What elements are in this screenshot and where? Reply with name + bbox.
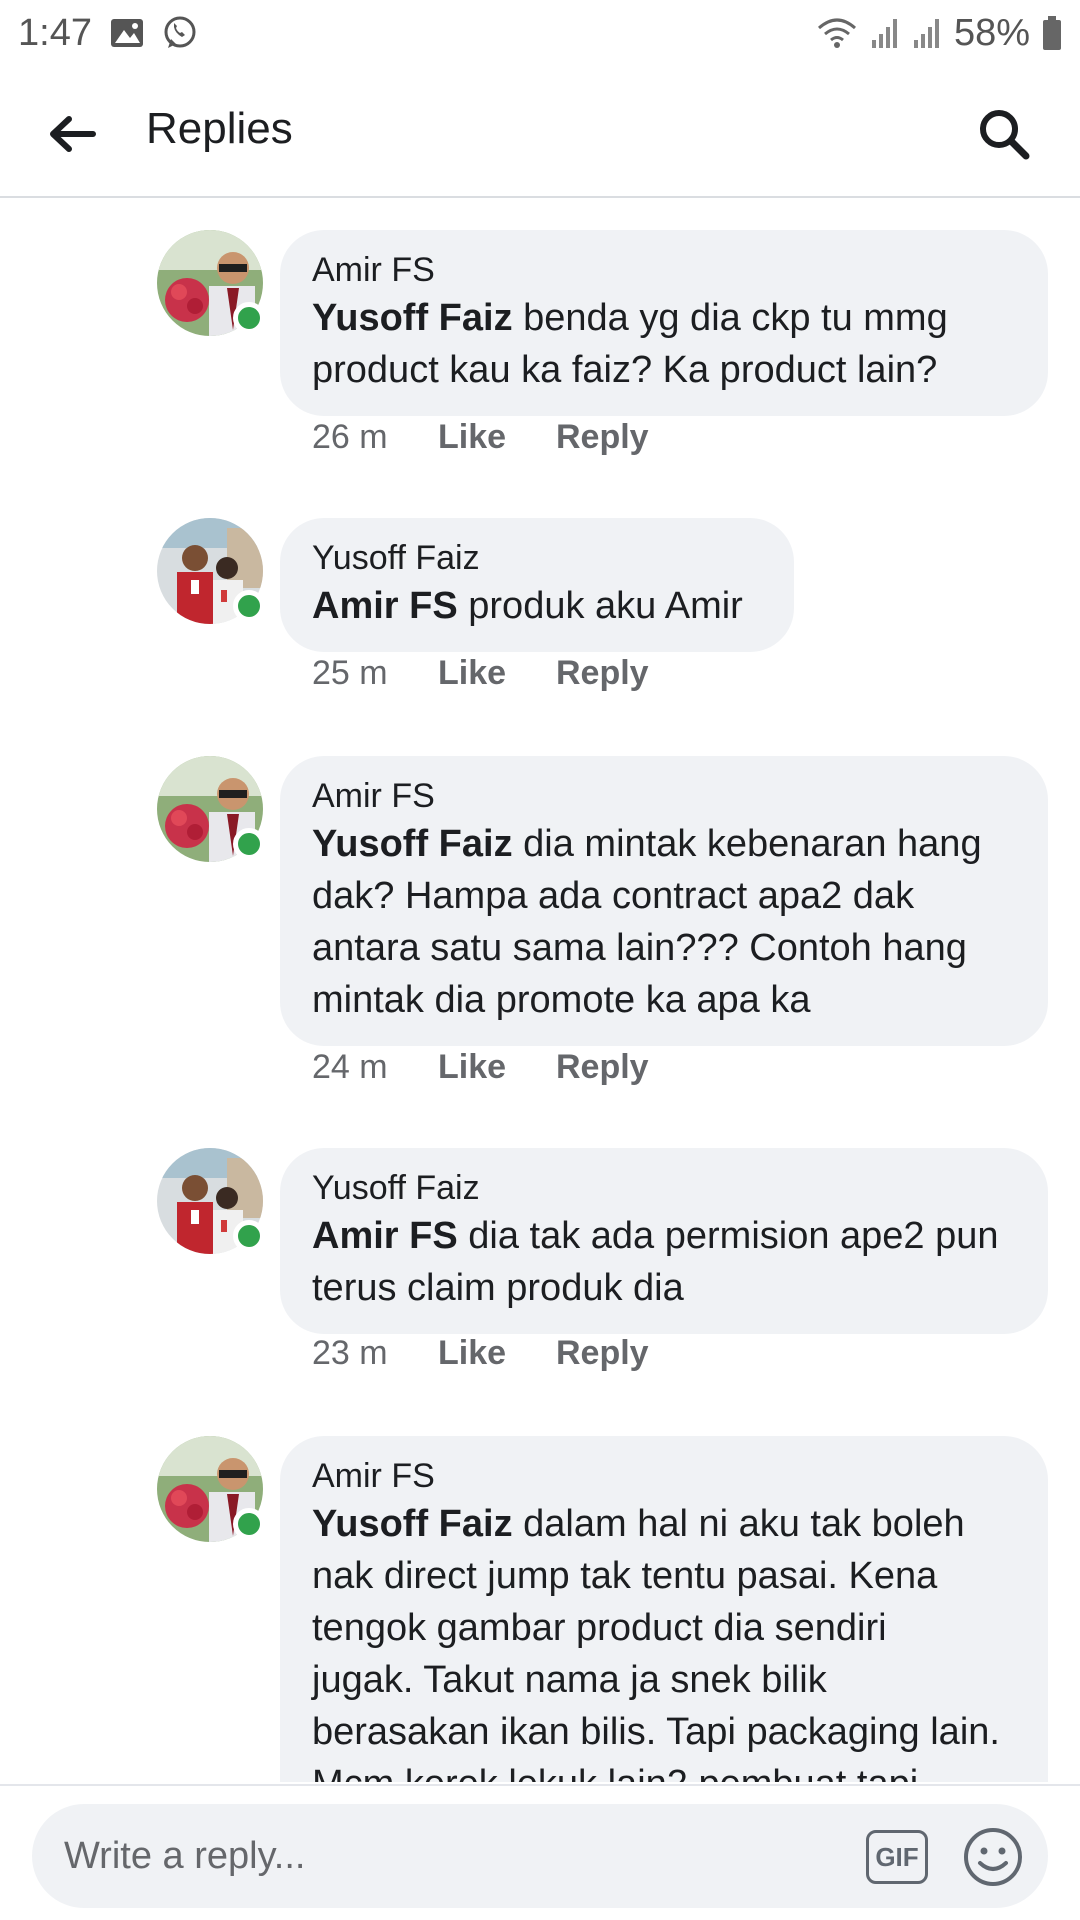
like-button[interactable]: Like — [438, 418, 556, 457]
comment-author[interactable]: Amir FS — [312, 248, 1016, 292]
online-status-icon — [233, 302, 265, 334]
status-bar: 1:47 58% — [0, 0, 1080, 66]
comment-text: berasakan ikan bilis. Tapi packaging lai… — [312, 1711, 1000, 1753]
comment-text: product kau ka faiz? Ka product lain? — [312, 349, 938, 391]
comment-author[interactable]: Yusoff Faiz — [312, 536, 762, 580]
search-icon — [980, 110, 1030, 160]
reply-button[interactable]: Reply — [556, 654, 649, 693]
replies-feed[interactable]: Amir FS Yusoff Faiz benda yg dia ckp tu … — [0, 200, 1080, 1782]
comment-text: Amir FS dia tak ada permision ape2 pun — [312, 1215, 999, 1257]
app-header: Replies — [0, 66, 1080, 198]
comment-text: nak direct jump tak tentu pasai. Kena — [312, 1555, 938, 1597]
comment-bubble[interactable]: Amir FS Yusoff Faiz benda yg dia ckp tu … — [280, 230, 1048, 416]
reply-composer: GIF — [32, 1804, 1048, 1908]
comment-time: 24 m — [312, 1048, 388, 1086]
comment-text: terus claim produk dia — [312, 1267, 684, 1309]
whatsapp-icon — [162, 15, 198, 51]
battery-icon — [1042, 15, 1062, 51]
battery-percent: 58% — [953, 11, 1030, 54]
mention-link[interactable]: Yusoff Faiz — [312, 823, 513, 865]
reply-button[interactable]: Reply — [556, 1048, 649, 1087]
back-button[interactable] — [44, 106, 100, 162]
like-button[interactable]: Like — [438, 1048, 556, 1087]
comment-time: 23 m — [312, 1334, 388, 1372]
comment-bubble[interactable]: Yusoff Faiz Amir FS dia tak ada permisio… — [280, 1148, 1048, 1334]
comment-author[interactable]: Amir FS — [312, 1454, 1016, 1498]
comment-text: tengok gambar product dia sendiri — [312, 1607, 887, 1649]
page-title: Replies — [146, 104, 293, 153]
like-button[interactable]: Like — [438, 1334, 556, 1373]
mention-link[interactable]: Amir FS — [312, 1215, 458, 1257]
back-arrow-icon — [50, 116, 96, 152]
online-status-icon — [233, 1220, 265, 1252]
mention-link[interactable]: Yusoff Faiz — [312, 1503, 513, 1545]
reply-input[interactable] — [64, 1804, 864, 1908]
comment-meta: 24 m Like Reply — [312, 1048, 649, 1087]
mention-link[interactable]: Yusoff Faiz — [312, 297, 513, 339]
comment-meta: 23 m Like Reply — [312, 1334, 649, 1373]
signal-icon — [912, 16, 942, 50]
reply-button[interactable]: Reply — [556, 1334, 649, 1373]
comment-bubble[interactable]: Yusoff Faiz Amir FS produk aku Amir — [280, 518, 794, 652]
comment-text: Yusoff Faiz benda yg dia ckp tu mmg — [312, 297, 948, 339]
comment-meta: 25 m Like Reply — [312, 654, 649, 693]
like-button[interactable]: Like — [438, 654, 556, 693]
signal-icon — [870, 16, 900, 50]
online-status-icon — [233, 590, 265, 622]
comment-text: Mcm kerek lekuk lain2 pembuat tapi — [312, 1758, 1016, 1782]
comment-time: 25 m — [312, 654, 388, 692]
comment-text: jugak. Takut nama ja snek bilik — [312, 1659, 827, 1701]
gif-button[interactable]: GIF — [866, 1830, 928, 1884]
comment-text: mintak dia promote ka apa ka — [312, 979, 811, 1021]
reply-button[interactable]: Reply — [556, 418, 649, 457]
emoji-button[interactable] — [962, 1826, 1024, 1888]
comment-bubble[interactable]: Amir FS Yusoff Faiz dia mintak kebenaran… — [280, 756, 1048, 1046]
comment-time: 26 m — [312, 418, 388, 456]
status-time: 1:47 — [18, 11, 92, 54]
comment-text: Yusoff Faiz dalam hal ni aku tak boleh — [312, 1503, 965, 1545]
comment-text: Yusoff Faiz dia mintak kebenaran hang — [312, 823, 982, 865]
comment-text: Amir FS produk aku Amir — [312, 585, 743, 627]
online-status-icon — [233, 1508, 265, 1540]
comment-text: antara satu sama lain??? Contoh hang — [312, 927, 967, 969]
comment-bubble[interactable]: Amir FS Yusoff Faiz dalam hal ni aku tak… — [280, 1436, 1048, 1782]
reply-composer-bar: GIF — [0, 1784, 1080, 1920]
comment-author[interactable]: Amir FS — [312, 774, 1016, 818]
emoji-icon — [964, 1828, 1022, 1886]
comment-meta: 26 m Like Reply — [312, 418, 649, 457]
mention-link[interactable]: Amir FS — [312, 585, 458, 627]
online-status-icon — [233, 828, 265, 860]
search-button[interactable] — [972, 102, 1036, 166]
comment-author[interactable]: Yusoff Faiz — [312, 1166, 1016, 1210]
gallery-icon — [110, 18, 144, 48]
comment-text: dak? Hampa ada contract apa2 dak — [312, 875, 915, 917]
wifi-icon — [816, 16, 858, 50]
